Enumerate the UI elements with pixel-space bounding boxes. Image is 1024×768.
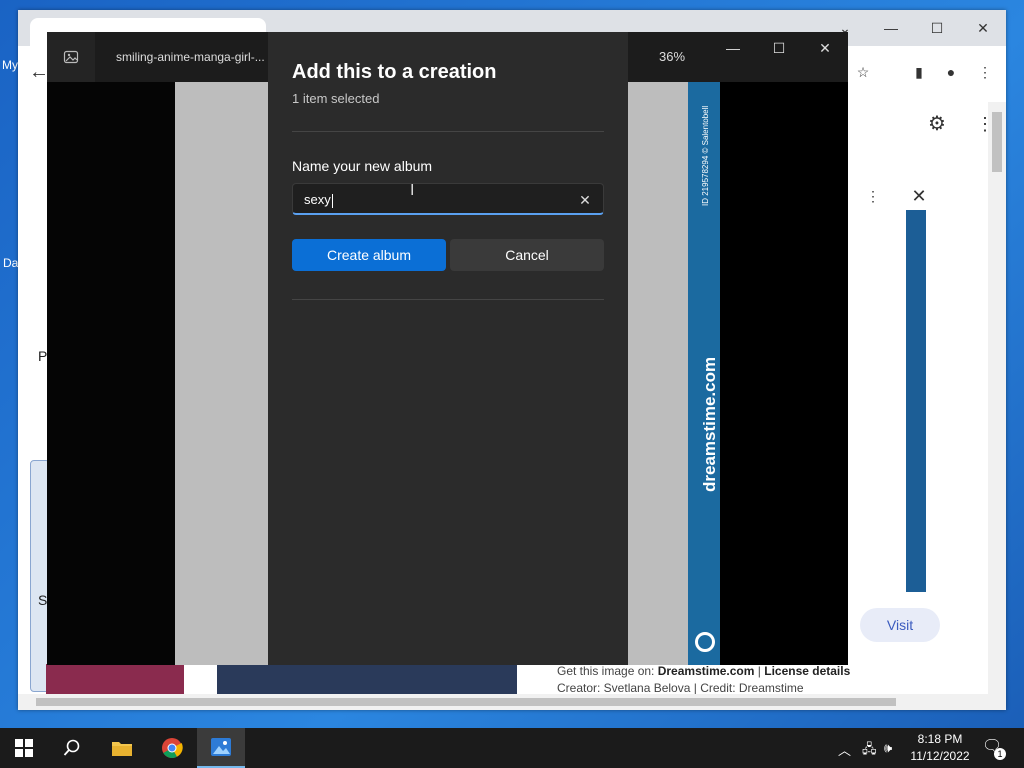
album-name-input[interactable]: sexy ✕	[292, 183, 604, 215]
album-name-value[interactable]: sexy	[304, 192, 333, 208]
divider	[292, 131, 604, 132]
photos-close-button[interactable]: ✕	[807, 40, 843, 60]
browser-minimize-button[interactable]: —	[876, 16, 906, 40]
profile-avatar-icon[interactable]: ●	[936, 60, 966, 84]
network-icon[interactable]: 🖧	[862, 740, 877, 762]
start-button[interactable]	[0, 728, 48, 768]
credit-prefix: Get this image on:	[557, 664, 658, 678]
dialog-subtitle: 1 item selected	[292, 91, 380, 106]
scrollbar-thumb[interactable]	[992, 112, 1002, 172]
volume-icon[interactable]: 🕪	[884, 740, 892, 756]
ibeam-cursor-icon: I	[410, 182, 415, 199]
notification-count-badge: 1	[994, 748, 1006, 760]
chrome-button[interactable]	[148, 728, 196, 768]
browser-menu-icon[interactable]: ⋮	[970, 60, 1000, 84]
zoom-level[interactable]: 36%	[659, 49, 685, 64]
browser-horizontal-scrollbar[interactable]	[18, 694, 1006, 710]
visit-button[interactable]: Visit	[860, 608, 940, 642]
photos-maximize-button[interactable]: ☐	[761, 40, 797, 60]
browser-maximize-button[interactable]: ☐	[922, 16, 952, 40]
clear-input-icon[interactable]: ✕	[575, 190, 595, 210]
watermark-text: dreamstime.com	[700, 356, 719, 492]
clock-time[interactable]: 8:18 PM	[915, 732, 965, 746]
divider	[292, 299, 604, 300]
left-text-s: S	[38, 592, 48, 608]
photos-taskbar-button[interactable]	[197, 728, 245, 768]
text-caret	[331, 193, 333, 208]
image-credit-line: Get this image on: Dreamstime.com | Lice…	[557, 664, 850, 678]
create-album-button[interactable]: Create album	[292, 239, 446, 271]
chrome-icon	[162, 738, 183, 758]
watermark-id-text: ID 219578294 © Salentobell	[701, 105, 710, 206]
settings-gear-icon[interactable]: ⚙	[922, 112, 952, 136]
cancel-button[interactable]: Cancel	[450, 239, 604, 271]
photo-canvas-margin	[47, 82, 175, 665]
search-icon	[63, 739, 80, 756]
album-name-text: sexy	[304, 192, 331, 207]
credit-site-link[interactable]: Dreamstime.com	[658, 664, 755, 678]
result-thumbnail[interactable]	[217, 664, 517, 694]
file-explorer-button[interactable]	[98, 728, 146, 768]
browser-close-button[interactable]: ✕	[968, 16, 998, 40]
preview-image-strip	[906, 210, 926, 592]
show-hidden-icons-icon[interactable]: ︿	[838, 740, 851, 759]
file-name-title: smiling-anime-manga-girl-...	[116, 50, 265, 64]
album-name-label: Name your new album	[292, 158, 433, 174]
windows-logo-icon	[15, 739, 33, 757]
left-text-p: P	[38, 348, 48, 364]
dreamstime-logo-icon	[695, 632, 715, 652]
browser-vertical-scrollbar[interactable]	[988, 102, 1006, 694]
desktop-icon-label-my[interactable]: My	[2, 58, 18, 72]
clock-date[interactable]: 11/12/2022	[906, 749, 974, 763]
desktop-icon-label-da[interactable]: Da	[3, 256, 18, 270]
panel-close-icon[interactable]: ✕	[904, 184, 934, 208]
dialog-title: Add this to a creation	[292, 61, 497, 83]
side-panel-icon[interactable]: ▮	[904, 60, 934, 84]
scrollbar-thumb[interactable]	[36, 698, 896, 706]
taskbar: ︿ 🖧 🕪 8:18 PM 11/12/2022 🗨 1	[0, 728, 1024, 768]
photos-icon	[211, 738, 231, 756]
credit-separator: |	[754, 664, 765, 678]
bookmark-star-icon[interactable]: ☆	[848, 60, 878, 84]
photos-app-icon	[47, 32, 95, 82]
more-options-icon[interactable]: ⋮	[858, 184, 888, 208]
photos-minimize-button[interactable]: —	[715, 40, 751, 60]
folder-icon	[112, 742, 132, 756]
add-to-creation-dialog: Add this to a creation 1 item selected N…	[268, 32, 628, 665]
search-button[interactable]	[48, 728, 96, 768]
creator-credit-line: Creator: Svetlana Belova | Credit: Dream…	[557, 681, 804, 695]
license-details-link[interactable]: License details	[764, 664, 850, 678]
result-thumbnail[interactable]	[46, 664, 184, 694]
